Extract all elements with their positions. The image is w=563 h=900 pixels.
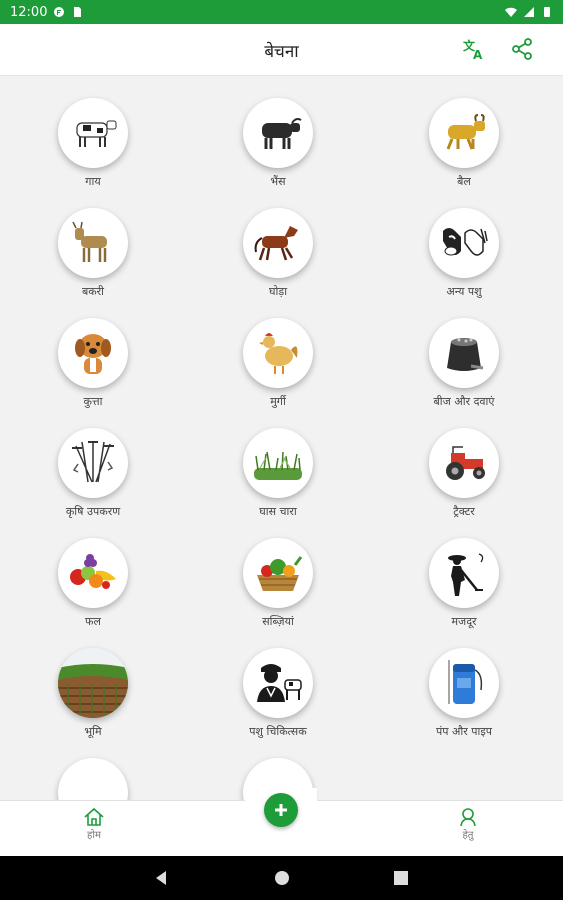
other-animals-icon [443,228,488,256]
system-navigation-bar [0,856,563,900]
category-label: कृषि उपकरण [65,505,121,518]
seed-sack-icon [447,338,484,371]
share-icon [512,38,532,60]
status-time: 12:00 [10,4,48,20]
category-label: भूमि [84,725,102,738]
signal-icon [524,7,534,17]
category-laborer[interactable]: मजदूर [384,538,544,648]
svg-text:A: A [473,48,483,61]
buffalo-icon [262,118,302,149]
battery-icon [544,7,550,17]
back-icon [156,871,166,885]
category-label: अन्य पशु [446,285,482,298]
category-label: बकरी [81,285,105,298]
status-bar: 12:00 [0,0,563,24]
category-label: घास चारा [259,505,297,518]
horse-icon [254,226,298,261]
wifi-icon [505,7,517,17]
category-buffalo[interactable]: भैंस [198,98,358,208]
bull-icon [446,114,485,150]
category-horse[interactable]: घोड़ा [198,208,358,318]
home-icon [84,807,104,826]
share-button[interactable] [509,36,535,62]
category-label: गाय [85,175,101,188]
category-fruits[interactable]: फल [13,538,173,648]
category-tractor[interactable]: ट्रैक्टर [384,428,544,538]
category-grass-fodder[interactable]: घास चारा [198,428,358,538]
bottom-navigation: होम हेतु [0,788,563,856]
land-icon [58,648,128,718]
category-label: मजदूर [451,615,477,628]
category-dog[interactable]: कुत्ता [13,318,173,428]
category-label: मुर्गी [270,395,286,408]
grass-fodder-icon [254,451,302,480]
goat-icon [72,221,107,262]
nav-home-label: होम [87,830,101,841]
category-partial-1[interactable] [13,758,173,800]
veterinarian-icon [257,664,302,702]
category-cow[interactable]: गाय [13,98,173,208]
category-hen[interactable]: मुर्गी [198,318,358,428]
category-label: घोड़ा [268,285,288,298]
recents-button[interactable] [394,870,408,889]
category-bull[interactable]: बैल [384,98,544,208]
category-veterinarian[interactable]: पशु चिकित्सक [198,648,358,758]
nav-profile[interactable]: हेतु [438,807,498,841]
notification-icon [54,7,65,17]
plus-icon [275,804,287,816]
category-land[interactable]: भूमि [13,648,173,758]
vegetables-icon [257,556,303,591]
category-vegetables[interactable]: सब्ज़ियां [198,538,358,648]
tractor-icon [446,446,485,480]
pump-icon [448,660,483,704]
circle-home-icon [275,871,289,885]
farm-tools-icon [72,441,114,483]
translate-icon: 文 A [463,38,483,61]
laborer-icon [448,553,484,596]
category-label: बैल [457,175,471,188]
category-label: फल [85,615,101,628]
app-bar: बेचना 文 A [0,24,563,76]
category-label: बीज और दवाएं [433,395,495,408]
category-grid: गाय भैंस बैल बकरी घोड़ा अन्य पशु कुत्ता … [0,76,563,800]
category-label: पशु चिकित्सक [249,725,307,738]
translate-button[interactable]: 文 A [461,36,487,62]
cow-icon [76,120,117,147]
category-label: पंप और पाइप [436,725,492,738]
category-goat[interactable]: बकरी [13,208,173,318]
category-other-animals[interactable]: अन्य पशु [384,208,544,318]
sim-card-icon [74,7,82,17]
square-recents-icon [394,871,408,885]
category-label: भैंस [270,175,286,188]
nav-home[interactable]: होम [64,807,124,841]
fruits-icon [70,554,116,589]
home-system-button[interactable] [274,870,290,890]
add-button[interactable] [264,793,298,827]
category-label: कुत्ता [83,395,103,408]
hen-icon [259,333,298,374]
nav-profile-label: हेतु [462,830,474,841]
category-pump-pipe[interactable]: पंप और पाइप [384,648,544,758]
category-label: ट्रैक्टर [453,505,475,518]
profile-icon [460,808,476,827]
category-seeds-medicines[interactable]: बीज और दवाएं [384,318,544,428]
category-farm-tools[interactable]: कृषि उपकरण [13,428,173,538]
back-button[interactable] [154,870,168,890]
category-label: सब्ज़ियां [262,615,294,628]
dog-icon [75,334,111,374]
